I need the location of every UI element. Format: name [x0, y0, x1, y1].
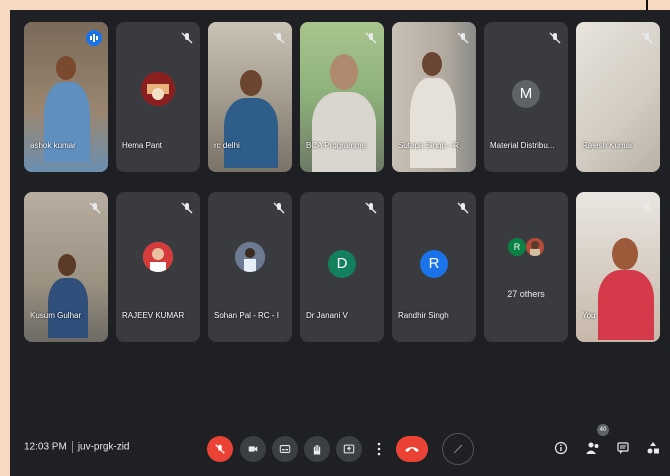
- participant-video: [58, 254, 76, 276]
- activities-button[interactable]: [643, 438, 663, 458]
- raise-hand-button[interactable]: [304, 436, 330, 462]
- mic-off-icon: [365, 32, 377, 44]
- participant-tile-bca-programme[interactable]: BCA Programme: [300, 22, 384, 172]
- participant-video: [422, 52, 442, 76]
- participant-name: ashok kumar: [30, 141, 76, 150]
- mic-off-icon: [549, 32, 561, 44]
- people-count-badge: 40: [597, 424, 609, 436]
- avatar: R: [420, 250, 448, 278]
- participant-tile-sohan-pal[interactable]: Sohan Pal - RC - I: [208, 192, 292, 342]
- participant-name: Kusum Gulhar: [30, 311, 82, 320]
- meeting-time: 12:03 PM: [24, 441, 67, 453]
- meeting-window: ashok kumar Hema Pant rc delhi BCA Progr…: [10, 10, 670, 476]
- avatar: [235, 242, 265, 272]
- mic-off-icon: [215, 444, 225, 454]
- mic-off-icon: [641, 32, 653, 44]
- participant-tile-randhir-singh[interactable]: R Randhir Singh: [392, 192, 476, 342]
- participant-tile-hema-pant[interactable]: Hema Pant: [116, 22, 200, 172]
- participant-name: Sohan Pal - RC - I: [214, 311, 279, 320]
- mic-off-icon: [457, 32, 469, 44]
- chat-icon: [617, 442, 629, 454]
- leave-call-icon: [405, 447, 419, 452]
- avatar: M: [512, 80, 540, 108]
- participant-name: BCA Programme: [306, 141, 367, 150]
- info-icon: [554, 441, 568, 455]
- participant-video: [56, 56, 76, 80]
- participant-tile-others[interactable]: R 27 others: [484, 192, 568, 342]
- mic-off-icon: [181, 202, 193, 214]
- mic-off-icon: [89, 202, 101, 214]
- participant-video: [612, 238, 638, 270]
- mic-off-icon: [457, 202, 469, 214]
- mic-off-icon: [273, 32, 285, 44]
- mic-off-icon: [273, 202, 285, 214]
- participant-name: Rajesh Kumar: [582, 141, 633, 150]
- participant-name: You: [582, 311, 596, 320]
- mic-toggle-button[interactable]: [207, 436, 233, 462]
- participant-name: Dr Janani V: [306, 311, 348, 320]
- mic-off-icon: [641, 202, 653, 214]
- camera-toggle-button[interactable]: [240, 436, 266, 462]
- participant-tile-you[interactable]: You: [576, 192, 660, 342]
- participant-tile-rc-delhi[interactable]: rc delhi: [208, 22, 292, 172]
- mic-off-icon: [365, 202, 377, 214]
- control-bar: 12:03 PM juv-prgk-zid 40: [10, 420, 670, 476]
- participant-tile-material-distribution[interactable]: M Material Distribu...: [484, 22, 568, 172]
- mic-off-icon: [181, 32, 193, 44]
- leave-call-button[interactable]: [396, 436, 428, 462]
- participant-video: [240, 70, 262, 96]
- participant-tile-sutapa-singh[interactable]: Sutapa Singh - R: [392, 22, 476, 172]
- participant-tile-kusum-gulhar[interactable]: Kusum Gulhar: [24, 192, 108, 342]
- participant-tile-dr-janani-v[interactable]: D Dr Janani V: [300, 192, 384, 342]
- meeting-details-button[interactable]: [551, 438, 571, 458]
- drawing-tool-button[interactable]: [442, 433, 474, 465]
- meeting-code: juv-prgk-zid: [77, 441, 130, 453]
- people-button[interactable]: [583, 438, 603, 458]
- avatar: D: [328, 250, 356, 278]
- more-options-button[interactable]: [366, 436, 392, 462]
- participant-tile-rajeev-kumar[interactable]: RAJEEV KUMAR: [116, 192, 200, 342]
- participant-name: rc delhi: [214, 141, 240, 150]
- participant-video: [330, 54, 358, 90]
- present-button[interactable]: [336, 436, 362, 462]
- participant-tile-ashok-kumar[interactable]: ashok kumar: [24, 22, 108, 172]
- camera-off-icon: [248, 446, 258, 452]
- participant-name: Sutapa Singh - R: [398, 141, 459, 150]
- people-icon: [586, 442, 599, 454]
- meeting-info: 12:03 PM juv-prgk-zid: [24, 441, 130, 453]
- captions-icon: [279, 445, 291, 453]
- participant-name: Randhir Singh: [398, 311, 449, 320]
- participant-tile-rajesh-kumar[interactable]: Rajesh Kumar: [576, 22, 660, 172]
- divider: [71, 441, 73, 453]
- pen-icon: [453, 444, 463, 454]
- participant-name: RAJEEV KUMAR: [122, 311, 185, 320]
- others-count: 27 others: [507, 289, 545, 299]
- avatar: [143, 242, 173, 272]
- avatar: [141, 72, 175, 106]
- participant-name: Material Distribu...: [490, 141, 555, 150]
- more-options-icon: [377, 442, 381, 456]
- captions-button[interactable]: [272, 436, 298, 462]
- avatar: [526, 238, 544, 256]
- activities-icon: [647, 442, 659, 454]
- chat-button[interactable]: [613, 438, 633, 458]
- avatar: R: [508, 238, 526, 256]
- participant-name: Hema Pant: [122, 141, 163, 150]
- present-icon: [343, 444, 355, 454]
- raise-hand-icon: [313, 444, 321, 455]
- speaking-indicator-icon: [86, 30, 102, 46]
